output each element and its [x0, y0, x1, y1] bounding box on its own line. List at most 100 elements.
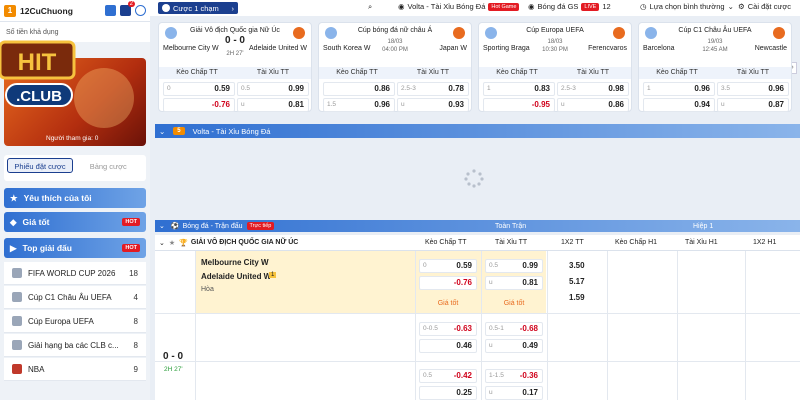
clock-icon: ◷	[640, 2, 647, 11]
live-tag: Trực tiếp	[246, 222, 275, 230]
volta-section-bar[interactable]: ⌄ 5 Volta - Tài Xỉu Bóng Đá	[155, 124, 800, 138]
gs-link[interactable]: ◉ Bóng đá GS LIVE 12	[528, 2, 611, 11]
sort-select[interactable]: ◷ Lựa chọn bình thường ⌄	[640, 2, 734, 11]
handicap-cell[interactable]: 0.25	[419, 386, 477, 400]
hot-badge: HOT	[122, 218, 140, 226]
hot-badge: HOT	[122, 244, 140, 252]
ball-graphic	[74, 68, 134, 128]
soccer-icon: ⚽	[170, 223, 180, 230]
x12-value[interactable]: 1.59	[569, 293, 585, 302]
search-icon[interactable]: ⌕	[368, 2, 372, 12]
away-team[interactable]: Adelaide United W	[201, 272, 271, 281]
col-handicap: Kèo Chấp TT	[425, 239, 467, 246]
card-home-team: Melbourne City W	[163, 45, 219, 52]
chevron-down-icon: ⌄	[159, 239, 165, 247]
handicap-cell[interactable]: 0-0.5 -0.63	[419, 322, 477, 336]
bell-icon[interactable]: 2	[120, 1, 135, 16]
match-card[interactable]: Cúp C1 Châu Âu UEFA 19/03 12:45 AM Barcel…	[638, 22, 792, 112]
trophy-icon	[12, 292, 22, 302]
odds-cell[interactable]: 0 0.59	[163, 82, 235, 96]
favorites-header[interactable]: ★ Yêu thích của tôi	[4, 188, 146, 208]
odds-cell[interactable]: 1 0.96	[643, 82, 715, 96]
svg-text:HIT: HIT	[18, 49, 57, 76]
divider	[607, 251, 608, 400]
odds-cell[interactable]: 1.5 0.96	[323, 98, 395, 112]
row-divider	[155, 313, 800, 314]
card-odds-header: Kèo Chấp TT Tài Xỉu TT	[159, 67, 311, 79]
svg-text:.CLUB: .CLUB	[16, 88, 62, 105]
trophy-icon: 🏆	[179, 239, 188, 247]
handicap-cell[interactable]: -0.76	[419, 276, 477, 290]
settings-button[interactable]: ⚙ Cài đặt cược	[738, 2, 791, 11]
match-card[interactable]: Cúp bóng đá nữ châu Á 18/03 04:00 PM Sout…	[318, 22, 472, 112]
overunder-cell[interactable]: 0.5-1 -0.68	[485, 322, 543, 336]
tab-bet-slip[interactable]: Phiếu đặt cược	[7, 158, 73, 173]
card-odds-header: Kèo Chấp TT Tài Xỉu TT	[319, 67, 471, 79]
volta-link[interactable]: ◉ Volta - Tài Xỉu Bóng Đá Hot Game	[398, 2, 520, 11]
match-time: 2H 27'	[164, 366, 183, 373]
one-click-bet-toggle[interactable]: Cược 1 chạm ›	[158, 2, 238, 14]
best-odds-header[interactable]: ◆ Giá tốt HOT	[4, 212, 146, 232]
username[interactable]: 12CuChuong	[20, 6, 101, 16]
odds-cell[interactable]: 3.5 0.96	[717, 82, 789, 96]
league-item[interactable]: Cúp Europa UEFA 8	[4, 310, 146, 333]
row-divider	[155, 361, 800, 362]
odds-cell[interactable]: 2.5-3 0.78	[397, 82, 469, 96]
loading-spinner	[464, 169, 484, 188]
odds-cell[interactable]: -0.95	[483, 98, 555, 112]
star-icon[interactable]: ★	[169, 239, 175, 247]
odds-cell[interactable]: 0.86	[323, 82, 395, 96]
hitclub-logo: HIT .CLUB	[0, 40, 76, 107]
overunder-cell[interactable]: 1-1.5 -0.36	[485, 369, 543, 383]
league-item[interactable]: FIFA WORLD CUP 2026 18	[4, 262, 146, 285]
card-league: Cúp bóng đá nữ châu Á	[357, 27, 433, 34]
home-team[interactable]: Melbourne City W	[201, 258, 269, 267]
user-bar: 1 12CuChuong 2	[0, 0, 150, 22]
handicap-cell[interactable]: 0.5 -0.42	[419, 369, 477, 383]
odds-cell[interactable]: 0.5 0.99	[237, 82, 309, 96]
handicap-cell[interactable]: 0 0.59	[419, 259, 477, 273]
handicap-cell[interactable]: 0.46	[419, 339, 477, 353]
toggle-icon	[162, 4, 170, 12]
volta-badge: 5	[173, 127, 185, 135]
column-header: ⌄ ★ 🏆 GIẢI VÔ ĐỊCH QUỐC GIA NỮ ÚC Kèo Ch…	[155, 235, 800, 251]
divider	[481, 251, 482, 400]
bookmark-icon[interactable]	[105, 5, 116, 16]
overunder-cell[interactable]: u 0.81	[485, 276, 543, 290]
odds-cell[interactable]: 2.5-3 0.98	[557, 82, 629, 96]
overunder-cell[interactable]: 0.5 0.99	[485, 259, 543, 273]
odds-cell[interactable]: u 0.93	[397, 98, 469, 112]
card-away-team: Newcastle	[754, 45, 787, 52]
overunder-cell[interactable]: u 0.17	[485, 386, 543, 400]
league-item[interactable]: NBA 9	[4, 358, 146, 381]
chevron-right-icon: ›	[231, 3, 235, 13]
col-handicap-h1: Kèo Chấp H1	[615, 239, 658, 246]
section-title: Bóng đá - Trận đấu	[182, 222, 243, 230]
refresh-icon[interactable]	[135, 5, 146, 16]
first-half-label: Hiệp 1	[693, 222, 714, 230]
league-item[interactable]: Cúp C1 Châu Âu UEFA 4	[4, 286, 146, 309]
col-overunder-h1: Tài Xỉu H1	[685, 239, 718, 246]
match-card[interactable]: Giải Vô địch Quốc gia Nữ Úc 0 - 0 2H 27' …	[158, 22, 312, 112]
divider	[677, 251, 678, 400]
odds-cell[interactable]: u 0.87	[717, 98, 789, 112]
odds-cell[interactable]: 0.94	[643, 98, 715, 112]
odds-cell[interactable]: -0.76	[163, 98, 235, 112]
card-home-team: South Korea W	[323, 45, 371, 52]
card-league: Cúp Europa UEFA	[526, 27, 584, 34]
best-odds-label: Giá tốt	[503, 300, 525, 307]
match-card[interactable]: Cúp Europa UEFA 18/03 10:30 PM Sporting B…	[478, 22, 632, 112]
league-item[interactable]: Giải hạng ba các CLB c... 8	[4, 334, 146, 357]
odds-cell[interactable]: u 0.86	[557, 98, 629, 112]
divider	[547, 251, 548, 400]
notification-badge: 2	[127, 1, 135, 7]
tab-bet-board[interactable]: Bảng cược	[75, 159, 141, 174]
odds-cell[interactable]: 1 0.83	[483, 82, 555, 96]
balance-label: Số tiền khả dụng	[6, 28, 59, 36]
overunder-cell[interactable]: u 0.49	[485, 339, 543, 353]
trophy-icon	[12, 340, 22, 350]
odds-cell[interactable]: u 0.81	[237, 98, 309, 112]
x12-value[interactable]: 5.17	[569, 277, 585, 286]
top-leagues-header[interactable]: ▶ Top giải đấu HOT	[4, 238, 146, 258]
x12-value[interactable]: 3.50	[569, 261, 585, 270]
